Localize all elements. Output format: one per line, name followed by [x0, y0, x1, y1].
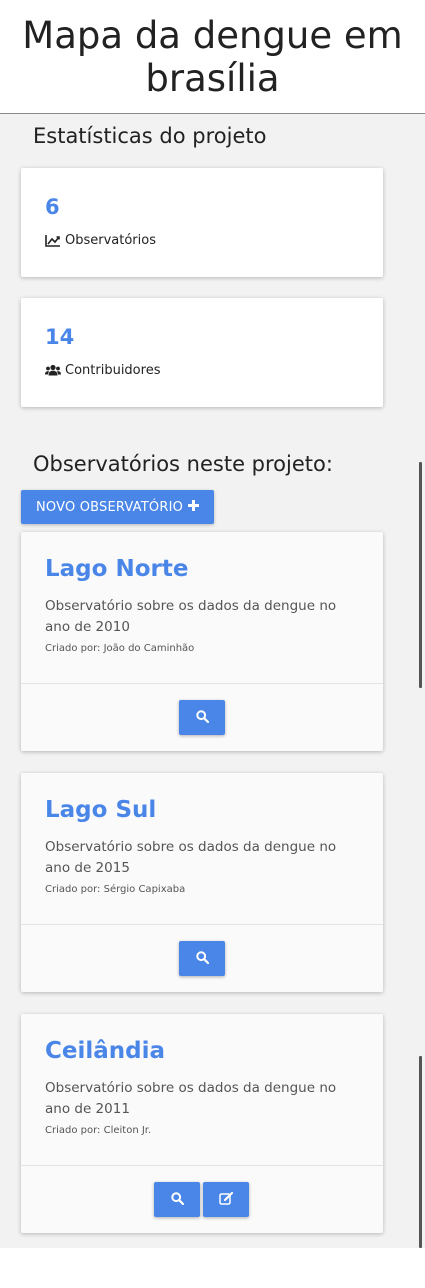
observatory-author: Criado por: Sérgio Capixaba — [45, 884, 186, 895]
stat-label: Observatórios — [65, 233, 156, 248]
main-content: Estatísticas do projeto 6 Observatórios … — [0, 114, 425, 1248]
view-observatory-button[interactable] — [179, 941, 225, 976]
stat-label-row: Contribuidores — [45, 363, 160, 378]
observatory-author: Criado por: Cleiton Jr. — [45, 1125, 152, 1136]
scrollbar-thumb[interactable] — [419, 462, 422, 688]
observatories-section-title: Observatórios neste projeto: — [33, 452, 333, 476]
view-observatory-button[interactable] — [179, 700, 225, 735]
stat-value: 14 — [45, 325, 75, 349]
search-icon — [170, 1190, 184, 1209]
stat-label: Contribuidores — [65, 363, 161, 378]
observatory-title[interactable]: Lago Norte — [45, 556, 188, 582]
chart-line-icon — [45, 234, 61, 247]
divider — [21, 924, 383, 925]
edit-icon — [218, 1190, 234, 1209]
plus-icon — [188, 499, 200, 515]
observatory-description: Observatório sobre os dados da dengue no… — [45, 598, 337, 635]
divider — [21, 1165, 383, 1166]
search-icon — [195, 949, 209, 968]
page-title: Mapa da dengue em brasília — [22, 14, 403, 100]
observatory-description: Observatório sobre os dados da dengue no… — [45, 839, 337, 876]
observatory-card-lago-norte: Lago Norte Observatório sobre os dados d… — [21, 532, 383, 751]
divider — [21, 683, 383, 684]
users-icon — [45, 364, 61, 377]
observatory-title[interactable]: Lago Sul — [45, 797, 156, 823]
observatory-title[interactable]: Ceilândia — [45, 1038, 165, 1064]
view-observatory-button[interactable] — [154, 1182, 200, 1217]
stat-value: 6 — [45, 195, 60, 219]
observatory-card-ceilandia: Ceilândia Observatório sobre os dados da… — [21, 1014, 383, 1233]
observatory-description: Observatório sobre os dados da dengue no… — [45, 1080, 337, 1117]
stats-section-title: Estatísticas do projeto — [33, 124, 267, 148]
new-observatory-label: NOVO OBSERVATÓRIO — [35, 499, 184, 515]
stat-label-row: Observatórios — [45, 233, 156, 248]
stat-card-observatorios: 6 Observatórios — [21, 168, 383, 277]
observatory-card-lago-sul: Lago Sul Observatório sobre os dados da … — [21, 773, 383, 992]
observatory-author: Criado por: João do Caminhão — [45, 643, 195, 654]
search-icon — [195, 708, 209, 727]
stat-card-contribuidores: 14 Contribuidores — [21, 298, 383, 407]
edit-observatory-button[interactable] — [203, 1182, 249, 1217]
scrollbar-thumb[interactable] — [419, 1056, 422, 1248]
new-observatory-button[interactable]: NOVO OBSERVATÓRIO — [21, 490, 214, 524]
page-header: Mapa da dengue em brasília — [0, 0, 425, 114]
